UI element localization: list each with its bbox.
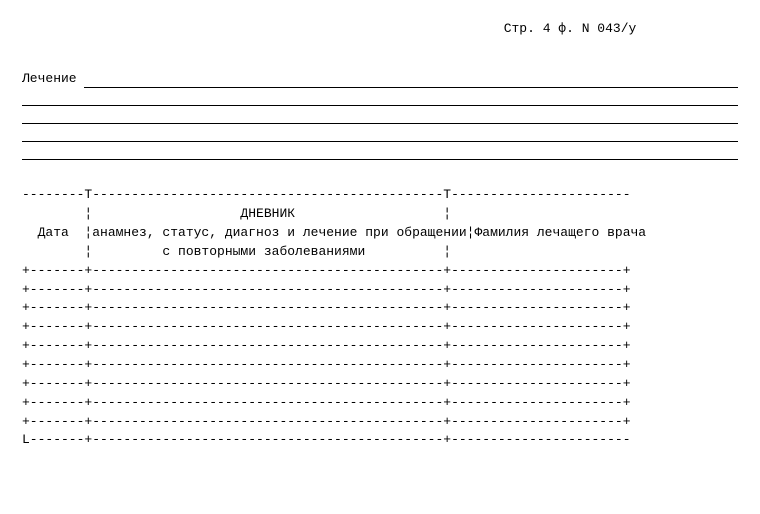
treatment-label: Лечение [22, 70, 84, 88]
form-code: Стр. 4 ф. N 043/у [504, 21, 637, 36]
treatment-line-3 [22, 106, 738, 124]
treatment-line-1 [84, 73, 738, 88]
treatment-section: Лечение [22, 70, 738, 160]
page-header: Стр. 4 ф. N 043/у [22, 20, 738, 38]
treatment-line-2 [22, 88, 738, 106]
treatment-line-4 [22, 124, 738, 142]
treatment-line-5 [22, 142, 738, 160]
treatment-first-line: Лечение [22, 70, 738, 88]
diary-table: --------T-------------------------------… [22, 186, 738, 450]
